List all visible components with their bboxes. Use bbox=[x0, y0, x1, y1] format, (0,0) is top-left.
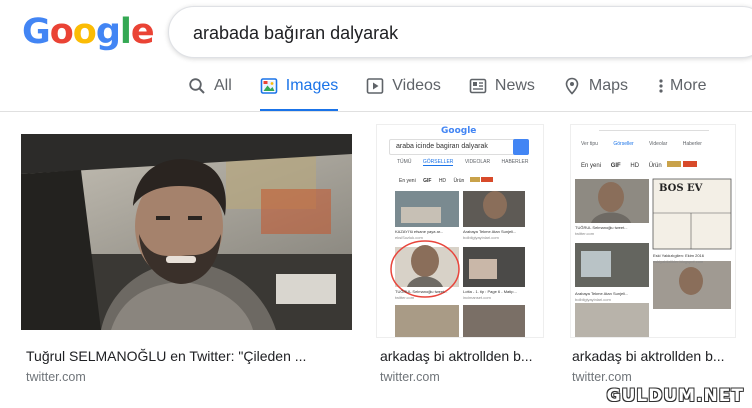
more-vertical-icon bbox=[656, 77, 666, 95]
thumb2-chips: En yeni GIF HD Ürün bbox=[399, 177, 494, 184]
thumb3-label-1: Eski Yaldızlıgilen: Ekim 2016 bbox=[653, 253, 704, 258]
thumb3-chips: En yeni GIF HD Ürün bbox=[581, 161, 698, 169]
thumb2-chip-2: HD bbox=[438, 178, 447, 184]
thumb2-source-1: bolbilgiyayinlari.com bbox=[463, 235, 499, 240]
thumb3-chip-1: GIF bbox=[610, 163, 621, 169]
tab-all[interactable]: All bbox=[188, 68, 232, 104]
thumb2-tabs: TÜMÜ GÖRSELLER VIDEOLAR HABERLER bbox=[397, 159, 529, 166]
tab-maps-label: Maps bbox=[588, 77, 629, 94]
thumb2-label-0: KAZAYI'lü efsane yaya ar... bbox=[395, 229, 444, 234]
thumb2-logo-text: Google bbox=[441, 126, 477, 136]
play-icon bbox=[366, 77, 384, 95]
thumb2-tab-1: GÖRSELLER bbox=[422, 159, 454, 166]
thumb3-label-0: TUĞRUL Selmanoğlu tweet... bbox=[575, 225, 628, 230]
thumb2-color-chip-2 bbox=[481, 177, 494, 182]
tab-images[interactable]: Images bbox=[259, 68, 339, 112]
thumb2-tab-0: TÜMÜ bbox=[397, 159, 412, 165]
thumb2-chip-1: GIF bbox=[423, 178, 432, 184]
tab-all-label: All bbox=[214, 77, 232, 94]
thumb2-source-3: incimanset.com bbox=[463, 295, 491, 300]
search-box[interactable] bbox=[168, 6, 752, 58]
result-image-1[interactable] bbox=[21, 134, 352, 330]
thumb2-google-logo: Google bbox=[441, 126, 476, 136]
thumb3-tab-3: Haberler bbox=[682, 141, 702, 147]
logo-letter-g: G bbox=[22, 12, 51, 52]
thumb2-image-grid bbox=[390, 191, 525, 337]
thumb2-search-box: araba icinde bagiran dalyarak bbox=[389, 139, 529, 155]
result-source-3[interactable]: twitter.com bbox=[572, 370, 632, 384]
logo-letter-l: l bbox=[119, 12, 132, 52]
thumb3-chip-2: HD bbox=[630, 163, 640, 169]
thumb3-tab-1: Görseller bbox=[613, 141, 634, 147]
thumb2-color-chip-1 bbox=[469, 177, 480, 182]
tab-more[interactable]: More bbox=[656, 68, 706, 104]
watermark-logo: GULDUM.NET bbox=[606, 386, 744, 406]
tab-news[interactable]: News bbox=[469, 68, 535, 104]
thumb2-chip-3: Ürün bbox=[453, 178, 465, 184]
newspaper-icon bbox=[469, 77, 487, 95]
thumb2-source-0: eksiSozluk.com bbox=[395, 235, 423, 240]
thumb3-tabs: Ver tipu Görseller Videolar Haberler bbox=[581, 141, 702, 147]
thumb3-source-2: bolbilgiyayinlari.com bbox=[575, 297, 611, 302]
logo-letter-o2: o bbox=[72, 12, 97, 52]
result-image-3[interactable]: Ver tipu Görseller Videolar Haberler En … bbox=[570, 124, 736, 338]
thumb3-search-bar bbox=[599, 125, 709, 131]
tabs-divider bbox=[0, 111, 752, 112]
tab-videos[interactable]: Videos bbox=[366, 68, 441, 104]
thumb2-label-1: Arabaya Tekme Atan Sunjeli... bbox=[463, 229, 517, 234]
search-input[interactable] bbox=[193, 19, 733, 47]
thumb3-source-1: eskiyaldizlikler.blogspot.com bbox=[653, 259, 704, 264]
thumb2-search-button bbox=[513, 139, 529, 155]
result-source-1[interactable]: twitter.com bbox=[26, 370, 86, 384]
result-source-2[interactable]: twitter.com bbox=[380, 370, 440, 384]
tab-images-label: Images bbox=[285, 77, 339, 94]
thumb2-query: araba icinde bagiran dalyarak bbox=[396, 143, 488, 150]
image-icon bbox=[260, 77, 278, 95]
thumb3-source-0: twitter.com bbox=[575, 231, 595, 236]
thumb3-tab-2: Videolar bbox=[649, 141, 668, 147]
result-image-2[interactable]: Google araba icinde bagiran dalyarak TÜM… bbox=[376, 124, 544, 338]
thumb3-color-chip-1 bbox=[667, 161, 682, 167]
thumb3-comic-title: BOS EV bbox=[659, 183, 703, 194]
thumb3-color-chip-2 bbox=[683, 161, 698, 167]
thumb2-chip-0: En yeni bbox=[399, 178, 416, 184]
logo-letter-e: e bbox=[130, 12, 155, 52]
logo-letter-g2: g bbox=[95, 12, 121, 52]
result-title-3[interactable]: arkadaş bi aktrollden b... bbox=[572, 348, 737, 364]
search-tabs: All Images Videos News Maps More bbox=[188, 68, 734, 112]
search-icon bbox=[188, 77, 206, 95]
result-title-1[interactable]: Tuğrul SELMANOĞLU en Twitter: "Çileden .… bbox=[26, 348, 336, 364]
tab-maps[interactable]: Maps bbox=[563, 68, 628, 104]
thumb2-label-3: Lotta - 1. tip : Page 6 - Matip... bbox=[463, 289, 517, 294]
thumb3-chip-3: Ürün bbox=[648, 163, 662, 169]
google-logo[interactable]: Google bbox=[22, 10, 155, 54]
thumb2-tab-3: HABERLER bbox=[501, 159, 529, 165]
thumb2-source-2: twitter.com bbox=[395, 295, 415, 300]
tab-news-label: News bbox=[494, 77, 535, 94]
thumb2-label-2: TUĞRUL Selmanoğlu tweet... bbox=[395, 289, 448, 294]
thumb2-tab-2: VIDEOLAR bbox=[464, 159, 491, 165]
tab-more-label: More bbox=[670, 77, 707, 94]
thumb3-label-2: Arabaya Tekme Atan Sunjeli... bbox=[575, 291, 629, 296]
map-pin-icon bbox=[563, 77, 581, 95]
thumb3-chip-0: En yeni bbox=[581, 163, 602, 169]
result-title-2[interactable]: arkadaş bi aktrollden b... bbox=[380, 348, 550, 364]
tab-videos-label: Videos bbox=[392, 77, 441, 94]
thumb3-tab-0: Ver tipu bbox=[581, 141, 598, 147]
logo-letter-o1: o bbox=[49, 12, 74, 52]
